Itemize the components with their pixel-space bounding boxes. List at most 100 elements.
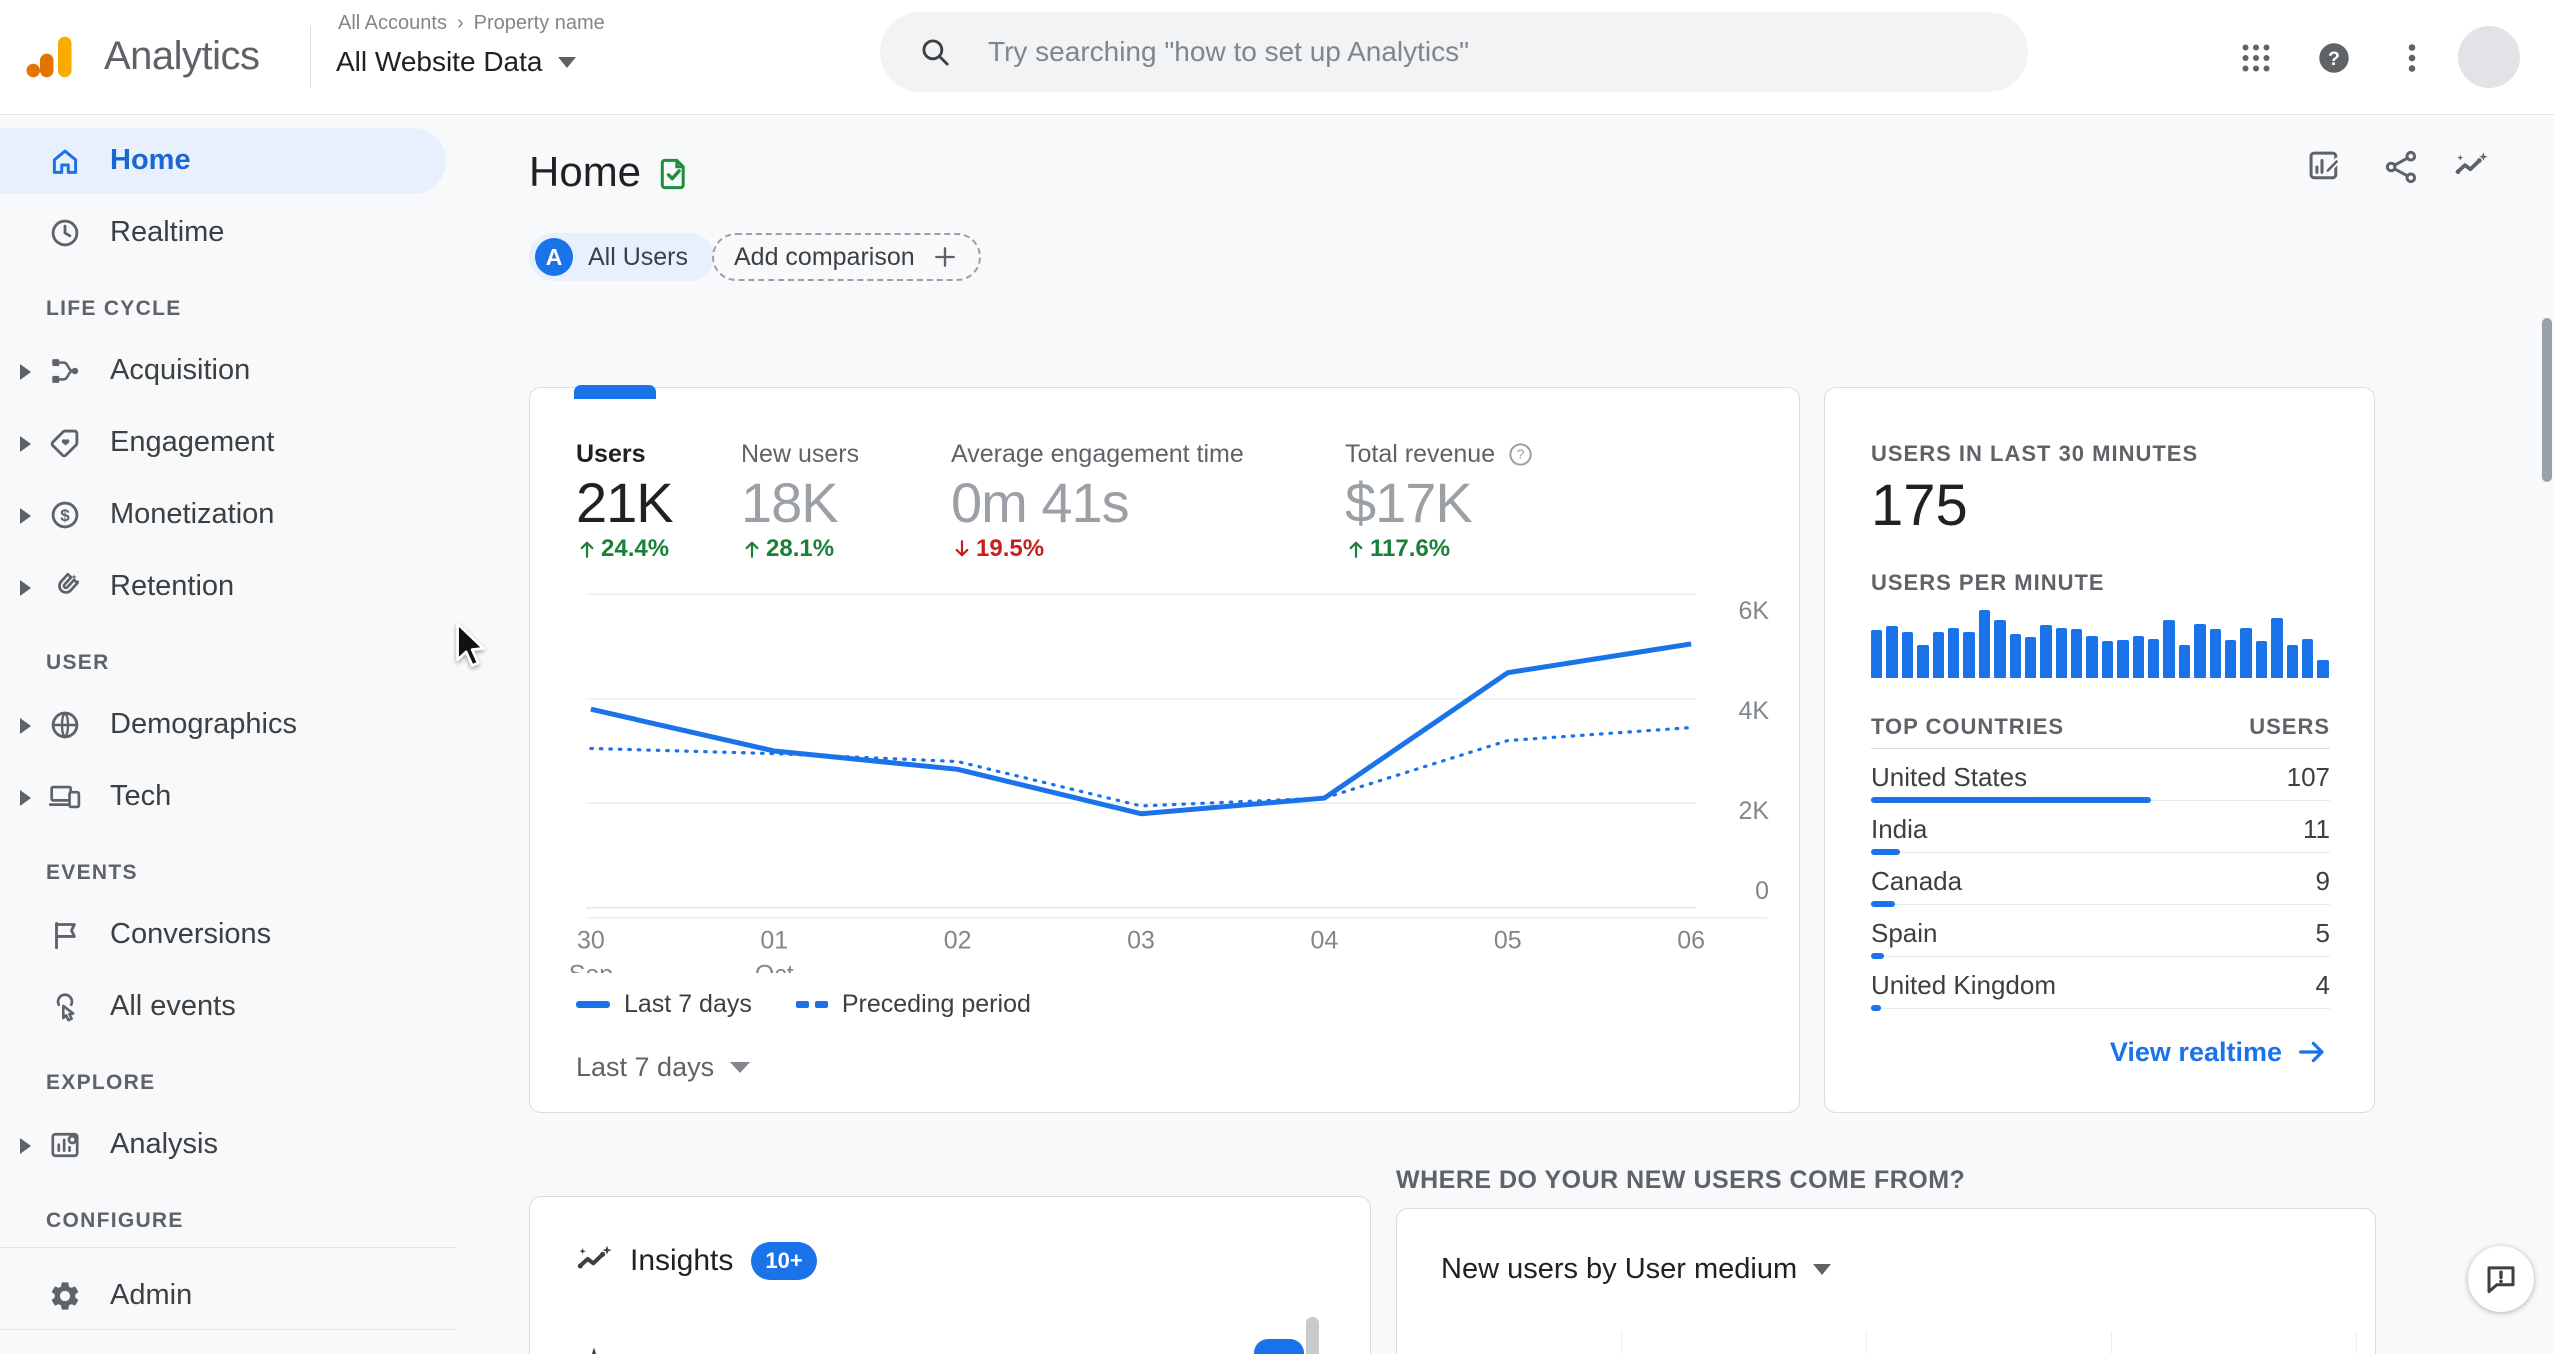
country-row: United Kingdom 4 (1871, 964, 2330, 1016)
sidebar-item-monetization[interactable]: $ Monetization (0, 482, 456, 548)
help-icon[interactable]: ? (1507, 441, 1534, 468)
metric-delta: 19.5% (951, 535, 1244, 563)
country-name: United States (1871, 762, 2028, 792)
customize-report-icon[interactable] (2306, 148, 2344, 186)
new-users-dimension-selector[interactable]: New users by User medium (1441, 1253, 1832, 1286)
share-icon[interactable] (2382, 148, 2420, 186)
sidebar-item-label: All events (110, 990, 236, 1022)
expand-chevron-icon[interactable] (20, 1138, 31, 1154)
arrow-right-icon (2296, 1036, 2328, 1068)
divider (1871, 748, 2330, 749)
minute-bar (1947, 628, 1960, 678)
page-title: Home (529, 148, 642, 195)
help-icon[interactable]: ? (2316, 40, 2352, 76)
date-range-selector[interactable]: Last 7 days (576, 1052, 751, 1083)
sidebar-item-admin[interactable]: Admin (0, 1263, 456, 1329)
brand-title: Analytics (104, 34, 260, 78)
sidebar-item-engagement[interactable]: Engagement (0, 410, 456, 476)
minute-bar (1963, 632, 1975, 678)
expand-chevron-icon[interactable] (20, 790, 31, 806)
minute-bar (1901, 632, 1914, 678)
add-comparison-button[interactable]: Add comparison (712, 233, 981, 281)
metric-users[interactable]: Users 21K 24.4% (576, 439, 674, 563)
conversions-icon (48, 918, 82, 952)
sidebar-item-tech[interactable]: Tech (0, 764, 456, 830)
legend-dashed-swatch (795, 1001, 828, 1008)
breadcrumb[interactable]: All Accounts › Property name (338, 12, 605, 35)
breadcrumb-separator: › (456, 12, 464, 34)
country-row: Canada 9 (1871, 860, 2330, 912)
expand-chevron-icon[interactable] (20, 436, 31, 452)
expand-chevron-icon[interactable] (20, 508, 31, 524)
view-realtime-link[interactable]: View realtime (2110, 1036, 2328, 1068)
comparison-chip-all-users[interactable]: A All Users (529, 233, 715, 281)
divider (0, 1329, 456, 1330)
arrow-up-icon (576, 537, 598, 561)
metric-delta: 24.4% (576, 535, 673, 563)
users-per-minute-chart (1871, 610, 2331, 678)
scrollbar-thumb[interactable] (1306, 1317, 1319, 1354)
page-scrollbar-thumb[interactable] (2542, 318, 2552, 482)
country-bar-track (1871, 1008, 2330, 1009)
new-users-card: New users by User medium (1396, 1208, 2376, 1354)
property-selector[interactable]: All Website Data (336, 46, 577, 78)
svg-text:$: $ (60, 506, 70, 525)
breadcrumb-account[interactable]: All Accounts (338, 12, 447, 35)
sidebar-item-analysis[interactable]: Analysis (0, 1112, 456, 1178)
sidebar-item-acquisition[interactable]: Acquisition (0, 338, 456, 404)
minute-bar (2178, 645, 2191, 678)
metric-new-users[interactable]: New users 18K 28.1% (741, 439, 859, 563)
arrow-down-icon (951, 537, 973, 561)
insights-icon[interactable] (2452, 148, 2490, 186)
country-bar (1871, 953, 1884, 959)
monetization-icon: $ (48, 498, 82, 532)
demographics-icon (48, 708, 82, 742)
apps-grid-icon[interactable] (2238, 40, 2274, 76)
sidebar-item-demographics[interactable]: Demographics (0, 692, 456, 758)
country-row: United States 107 (1871, 756, 2330, 808)
active-tab-indicator (574, 385, 656, 399)
doc-check-icon[interactable] (655, 152, 693, 196)
feedback-chat-icon (2483, 1261, 2519, 1297)
search-input[interactable]: Try searching "how to set up Analytics" (880, 12, 2028, 92)
sidebar-item-realtime[interactable]: Realtime (0, 200, 456, 266)
svg-text:01: 01 (760, 927, 788, 955)
expand-chevron-icon[interactable] (20, 364, 31, 380)
sidebar-section-label: LIFE CYCLE (46, 297, 182, 320)
sidebar-item-home[interactable]: Home (0, 128, 446, 194)
country-users: 11 (2303, 814, 2330, 844)
sidebar-item-label: Conversions (110, 918, 272, 950)
avatar[interactable] (2458, 26, 2520, 88)
mouse-cursor (452, 622, 494, 670)
expand-chevron-icon[interactable] (20, 718, 31, 734)
minute-bar (1978, 610, 1991, 678)
sidebar-item-label: Realtime (110, 216, 225, 248)
minute-bar (2194, 624, 2206, 678)
gridline (2111, 1331, 2112, 1354)
minute-bar (2301, 639, 2314, 678)
svg-text:?: ? (2328, 48, 2340, 70)
analytics-logo-icon[interactable] (22, 28, 76, 86)
feedback-button[interactable] (2468, 1246, 2534, 1312)
svg-text:2K: 2K (1739, 797, 1770, 825)
breadcrumb-property[interactable]: Property name (474, 12, 605, 35)
countries-table-header: TOP COUNTRIES USERS (1871, 714, 2330, 739)
svg-text:0: 0 (1755, 877, 1769, 905)
metric-delta: 28.1% (741, 535, 859, 563)
comparison-avatar: A (535, 238, 573, 276)
metric-total-revenue[interactable]: Total revenue? $17K 117.6% (1345, 439, 1534, 563)
insights-header: Insights 10+ (574, 1241, 817, 1281)
insights-count-badge[interactable]: 10+ (751, 1242, 817, 1280)
sidebar-item-retention[interactable]: Retention (0, 554, 456, 620)
minute-bar (2055, 628, 2068, 678)
country-row: Spain 5 (1871, 912, 2330, 964)
metric-average-engagement-time[interactable]: Average engagement time 0m 41s 19.5% (951, 439, 1244, 563)
sidebar-item-conversions[interactable]: Conversions (0, 902, 456, 968)
sidebar-section-label: USER (46, 651, 110, 674)
expand-chevron-icon[interactable] (20, 580, 31, 596)
tech-icon (48, 780, 82, 814)
more-vert-icon[interactable] (2394, 40, 2430, 76)
svg-text:02: 02 (944, 927, 972, 955)
sidebar-item-all-events[interactable]: All events (0, 974, 456, 1040)
minute-bar (2040, 625, 2052, 678)
